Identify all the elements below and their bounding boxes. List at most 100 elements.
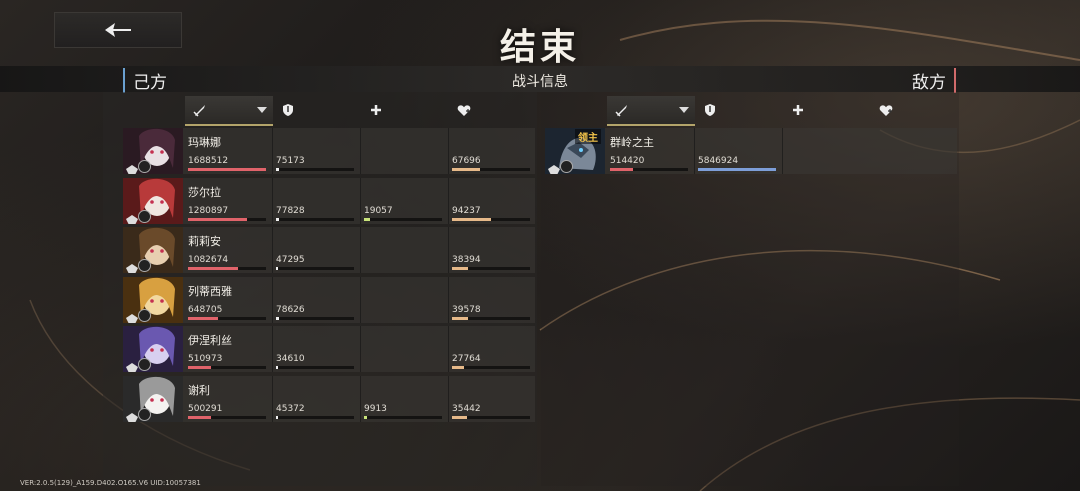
page-title: 结束: [499, 27, 580, 68]
class-icon: [126, 210, 138, 224]
element-icon: [138, 160, 151, 173]
ally-unit-row[interactable]: 伊涅利丝 510973 34610 27764: [123, 326, 535, 373]
shield-bar-fill: [452, 267, 468, 271]
shield-bar-fill: [452, 416, 467, 419]
column-divider: [448, 326, 449, 373]
stat-shield-value: 35442: [452, 404, 481, 414]
enemy-column-header-shield[interactable]: [871, 96, 955, 124]
healing-icon: [791, 102, 805, 121]
taken-bar-fill: [276, 366, 278, 370]
column-divider: [448, 376, 449, 422]
column-divider: [694, 128, 695, 174]
class-icon: [126, 309, 138, 323]
taken-bar-fill: [276, 267, 278, 271]
stat-damage-value: 1688512: [188, 156, 229, 166]
column-divider: [272, 177, 273, 224]
enemy-column-header-healing[interactable]: [783, 96, 871, 124]
unit-name: 莉莉安: [188, 235, 221, 249]
heal-bar-fill: [364, 416, 368, 419]
stat-shield-value: 38394: [452, 255, 481, 266]
damage-bar: [188, 416, 266, 419]
unit-name: 玛琳娜: [188, 136, 221, 149]
heal-bar-fill: [364, 217, 371, 221]
shield-bar-fill: [452, 316, 469, 320]
ally-column-header-healing[interactable]: [361, 96, 449, 124]
element-icon: [138, 209, 151, 223]
column-divider: [360, 128, 361, 174]
ally-unit-row[interactable]: 莉莉安 1082674 47295 38394: [123, 227, 535, 274]
column-divider: [272, 276, 273, 323]
taken-bar: [698, 168, 776, 171]
damage-bar: [188, 316, 266, 320]
column-divider: [272, 376, 273, 422]
damage-dealt-icon: [615, 102, 629, 121]
stat-taken-value: 34610: [276, 354, 305, 365]
ally-unit-row[interactable]: 莎尔拉 1280897 77828 19057 94237: [123, 177, 535, 224]
taken-bar-fill: [276, 416, 278, 419]
heal-bar: [364, 217, 442, 221]
damage-bar-fill: [610, 168, 634, 171]
column-divider: [360, 276, 361, 323]
shield-bar-fill: [452, 217, 491, 221]
ally-unit-portrait: [123, 227, 183, 274]
column-divider: [272, 227, 273, 274]
stat-shield-value: 27764: [452, 354, 481, 365]
healing-icon: [369, 102, 383, 121]
ally-unit-row[interactable]: 列蒂西雅 648705 78626 39578: [123, 276, 535, 323]
ally-column-header-damage-dealt[interactable]: [185, 96, 273, 126]
taken-bar: [276, 316, 354, 320]
stat-heal-value: 9913: [364, 404, 387, 414]
shield-bar: [452, 366, 530, 370]
taken-bar-fill: [276, 168, 280, 171]
ally-unit-row[interactable]: 谢利 500291 45372 9913 35442: [123, 376, 535, 422]
taken-bar: [276, 217, 354, 221]
enemy-column-header-damage-taken[interactable]: [695, 96, 783, 124]
column-divider: [448, 276, 449, 323]
column-divider: [448, 227, 449, 274]
shield-bar: [452, 217, 530, 221]
column-divider: [272, 128, 273, 174]
ally-unit-row[interactable]: 玛琳娜 1688512 75173 67696: [123, 128, 535, 174]
sort-chevron-down-icon: [679, 107, 689, 113]
unit-name: 谢利: [188, 384, 210, 397]
damage-bar-fill: [188, 316, 218, 320]
stat-damage-value: 514420: [610, 156, 645, 166]
taken-bar-fill: [276, 316, 280, 320]
boss-tag-badge: 领主: [575, 129, 601, 144]
class-icon: [126, 259, 138, 274]
shield-icon: [879, 102, 893, 121]
element-icon: [138, 308, 151, 322]
damage-bar: [188, 267, 266, 271]
stat-shield-value: 94237: [452, 205, 481, 216]
shield-icon: [457, 102, 471, 121]
element-icon: [560, 160, 573, 173]
damage-bar: [188, 217, 266, 221]
class-icon: [126, 160, 138, 174]
damage-bar-fill: [188, 168, 266, 171]
shield-bar: [452, 416, 530, 419]
taken-bar-fill: [276, 217, 280, 221]
class-icon: [126, 358, 138, 373]
shield-bar: [452, 316, 530, 320]
ally-column-header-shield[interactable]: [449, 96, 533, 124]
ally-unit-portrait: [123, 326, 183, 373]
shield-bar: [452, 168, 530, 171]
stat-damage-value: 648705: [188, 304, 223, 315]
stat-taken-value: 78626: [276, 304, 305, 315]
damage-taken-icon: [703, 102, 717, 121]
ally-unit-portrait: [123, 128, 183, 174]
stat-damage-value: 510973: [188, 354, 223, 365]
stat-damage-value: 500291: [188, 404, 223, 414]
heal-bar: [364, 416, 442, 419]
damage-bar-fill: [188, 217, 248, 221]
unit-name: 列蒂西雅: [188, 284, 232, 298]
stat-shield-value: 67696: [452, 156, 481, 166]
taken-bar: [276, 168, 354, 171]
column-divider: [360, 376, 361, 422]
enemy-column-header-damage-dealt[interactable]: [607, 96, 695, 126]
column-divider: [272, 326, 273, 373]
enemy-unit-row[interactable]: 领主 群岭之主 514420 5846924: [545, 128, 957, 174]
unit-name: 群岭之主: [610, 136, 654, 149]
class-icon: [126, 408, 138, 422]
ally-column-header-damage-taken[interactable]: [273, 96, 361, 124]
